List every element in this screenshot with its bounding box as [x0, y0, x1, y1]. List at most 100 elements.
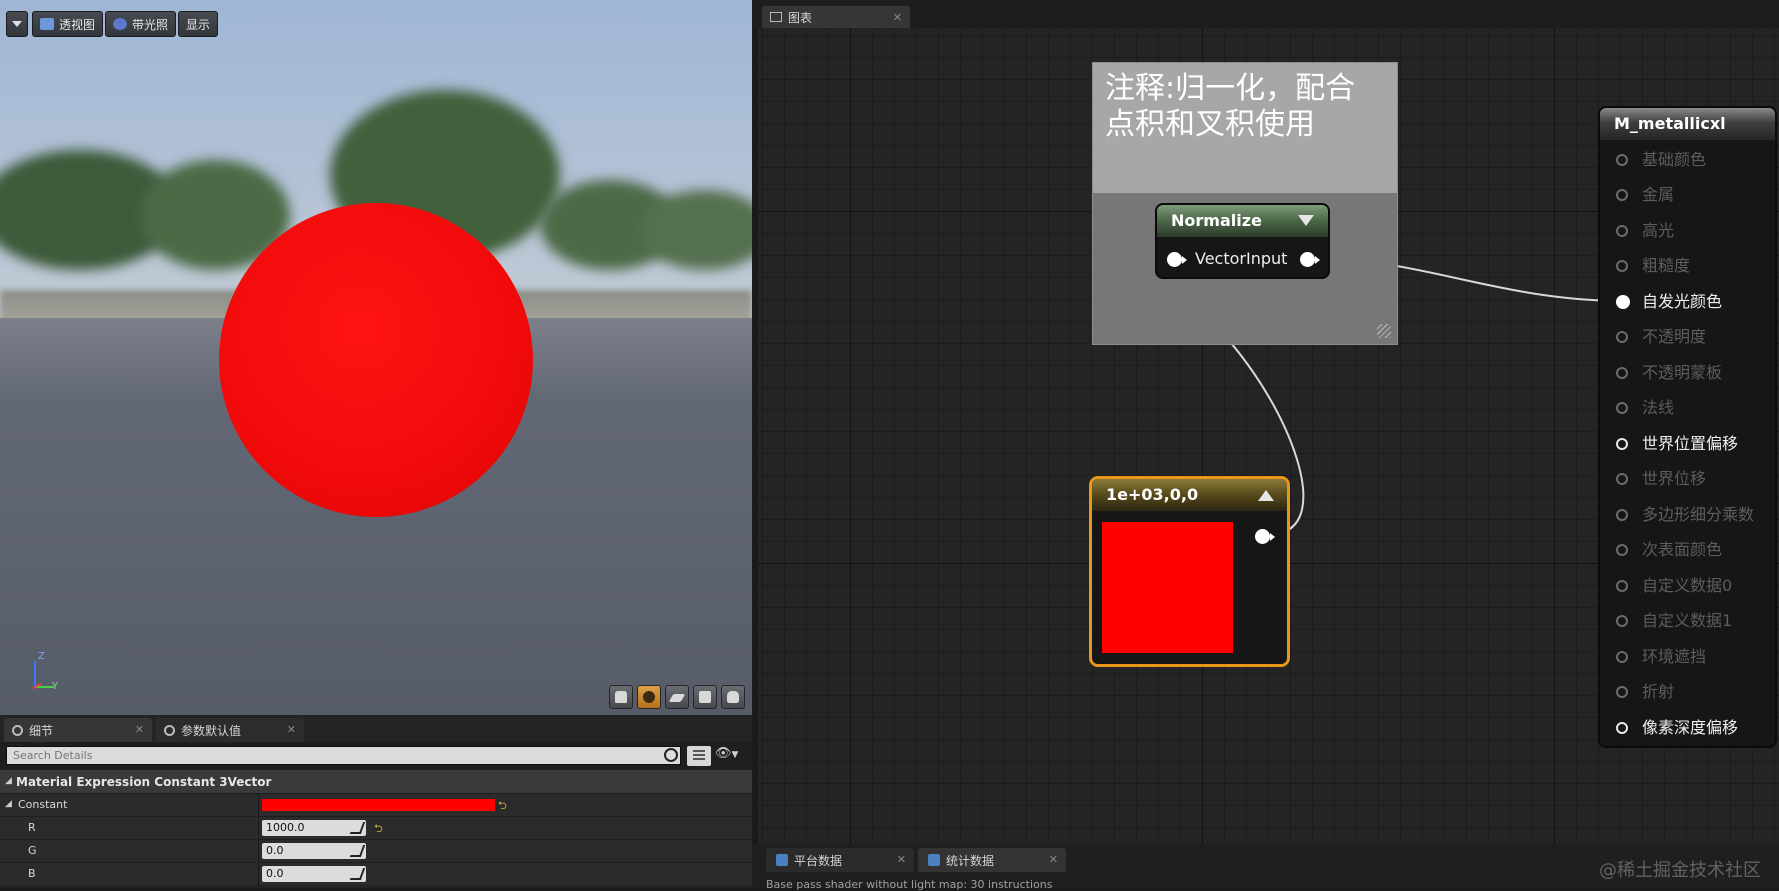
close-icon[interactable]: ✕ — [897, 853, 906, 866]
lit-sphere-icon — [113, 18, 127, 30]
close-icon[interactable]: ✕ — [893, 11, 902, 24]
pin-icon[interactable] — [1616, 544, 1628, 556]
pin-label: 世界位移 — [1642, 469, 1707, 488]
reset-to-default-icon[interactable]: ⮌ — [498, 797, 507, 816]
pin-icon[interactable] — [1616, 154, 1628, 166]
pin-icon[interactable] — [1616, 367, 1628, 379]
viewport-options-dropdown[interactable] — [6, 11, 28, 37]
lit-mode-button[interactable]: 带光照 — [105, 11, 177, 37]
vector-input-pin[interactable] — [1167, 252, 1182, 267]
close-icon[interactable]: ✕ — [287, 723, 296, 736]
pin-label: 不透明蒙板 — [1642, 363, 1723, 382]
view-options-button[interactable]: 👁▼ — [715, 746, 751, 766]
pin-label: 自发光颜色 — [1642, 292, 1723, 311]
component-row-r: R 1000.0 ⮌ — [0, 816, 752, 840]
details-icon — [12, 724, 23, 736]
cube-icon — [699, 691, 711, 703]
g-value-field[interactable]: 0.0 — [262, 843, 366, 859]
pin-icon[interactable] — [1616, 615, 1628, 627]
cylinder-preview-button[interactable] — [609, 685, 633, 709]
b-value: 0.0 — [266, 867, 284, 880]
watermark: @稀土掘金技术社区 — [1599, 860, 1761, 881]
tab-parameter-defaults[interactable]: 参数默认值 ✕ — [156, 718, 304, 742]
pin-connected-icon[interactable] — [1616, 295, 1630, 309]
pin-label: 折射 — [1642, 682, 1675, 701]
constant-output-pin[interactable] — [1255, 529, 1270, 544]
pin-icon[interactable] — [1616, 473, 1628, 485]
pin-icon[interactable] — [1616, 509, 1628, 521]
plane-preview-button[interactable] — [665, 685, 689, 709]
pin-label: 次表面颜色 — [1642, 540, 1723, 559]
property-matrix-button[interactable] — [687, 746, 711, 766]
constant-node-title: 1e+03,0,0 — [1106, 485, 1199, 504]
expand-triangle-icon[interactable] — [1258, 490, 1274, 501]
component-row-g: G 0.0 — [0, 839, 752, 863]
perspective-button[interactable]: 透视图 — [32, 11, 104, 37]
normalize-output-pin[interactable] — [1300, 252, 1315, 267]
pin-arrow-icon — [1270, 533, 1275, 541]
tab-details[interactable]: 细节 ✕ — [4, 718, 152, 742]
tab-platform-stats[interactable]: 平台数据 ✕ — [766, 848, 914, 872]
search-input[interactable] — [6, 746, 681, 765]
custom-mesh-preview-button[interactable] — [721, 685, 745, 709]
pin-icon[interactable] — [1616, 438, 1628, 450]
pin-icon[interactable] — [1616, 686, 1628, 698]
vector-input-label: VectorInput — [1195, 249, 1288, 268]
component-label-r: R — [28, 821, 36, 834]
pin-label: 像素深度偏移 — [1642, 718, 1739, 737]
normalize-node[interactable]: Normalize VectorInput — [1155, 203, 1330, 279]
material-preview-viewport[interactable]: 透视图 带光照 显示 Z Y — [0, 0, 752, 715]
perspective-icon — [40, 18, 54, 30]
teapot-icon — [727, 691, 739, 703]
pin-icon[interactable] — [1616, 580, 1628, 592]
pin-icon[interactable] — [1616, 225, 1628, 237]
drag-spin-icon[interactable] — [349, 822, 366, 834]
pin-icon[interactable] — [1616, 722, 1628, 734]
tab-parameter-defaults-label: 参数默认值 — [181, 723, 242, 738]
section-header[interactable]: ◢ Material Expression Constant 3Vector — [0, 770, 752, 793]
pin-label: 法线 — [1642, 398, 1675, 417]
b-value-field[interactable]: 0.0 — [262, 866, 366, 882]
material-result-node[interactable]: M_metallicxl 基础颜色 金属 高光 粗糙度 自发光颜色 不透明度 不… — [1598, 106, 1777, 748]
resize-grip-icon[interactable] — [1377, 324, 1391, 338]
reset-to-default-icon[interactable]: ⮌ — [374, 820, 383, 839]
sphere-preview-button[interactable] — [637, 685, 661, 709]
r-value-field[interactable]: 1000.0 — [262, 820, 366, 836]
show-button[interactable]: 显示 — [178, 11, 219, 37]
comment-text[interactable]: 注释:归一化，配合点积和叉积使用 — [1093, 63, 1397, 193]
pin-icon[interactable] — [1616, 260, 1628, 272]
pin-icon[interactable] — [1616, 402, 1628, 414]
material-node-header[interactable]: M_metallicxl — [1600, 108, 1775, 140]
tab-stats[interactable]: 统计数据 ✕ — [918, 848, 1066, 872]
collapse-triangle-icon[interactable] — [1298, 215, 1314, 226]
collapse-arrow-icon: ◢ — [5, 776, 12, 786]
component-label-b: B — [28, 867, 36, 880]
component-label-g: G — [28, 844, 37, 857]
tab-graph[interactable]: 图表 ✕ — [762, 6, 910, 28]
pin-icon[interactable] — [1616, 189, 1628, 201]
z-axis-label: Z — [38, 651, 45, 662]
pin-icon[interactable] — [1616, 331, 1628, 343]
section-title: Material Expression Constant 3Vector — [16, 774, 272, 789]
graph-icon — [770, 12, 782, 22]
pin-icon[interactable] — [1616, 651, 1628, 663]
component-row-b: B 0.0 — [0, 862, 752, 886]
close-icon[interactable]: ✕ — [135, 723, 144, 736]
eye-icon: 👁 — [715, 746, 732, 761]
drag-spin-icon[interactable] — [349, 845, 366, 857]
close-icon[interactable]: ✕ — [1049, 853, 1058, 866]
graph-tab-strip: 图表 ✕ — [752, 0, 1779, 28]
lit-mode-label: 带光照 — [132, 17, 169, 32]
tab-graph-label: 图表 — [788, 10, 813, 25]
divider — [258, 863, 259, 886]
search-icon[interactable] — [664, 748, 678, 762]
pin-label: 自定义数据0 — [1642, 576, 1733, 595]
tab-stats-label: 统计数据 — [946, 853, 995, 868]
constant-color-swatch[interactable] — [262, 799, 495, 811]
constant-row: ◢ Constant ⮌ — [0, 793, 752, 817]
constant-3vector-node[interactable]: 1e+03,0,0 — [1089, 476, 1290, 667]
collapse-arrow-icon[interactable]: ◢ — [5, 799, 12, 809]
drag-spin-icon[interactable] — [349, 868, 366, 880]
normalize-node-title: Normalize — [1171, 211, 1262, 230]
cube-preview-button[interactable] — [693, 685, 717, 709]
